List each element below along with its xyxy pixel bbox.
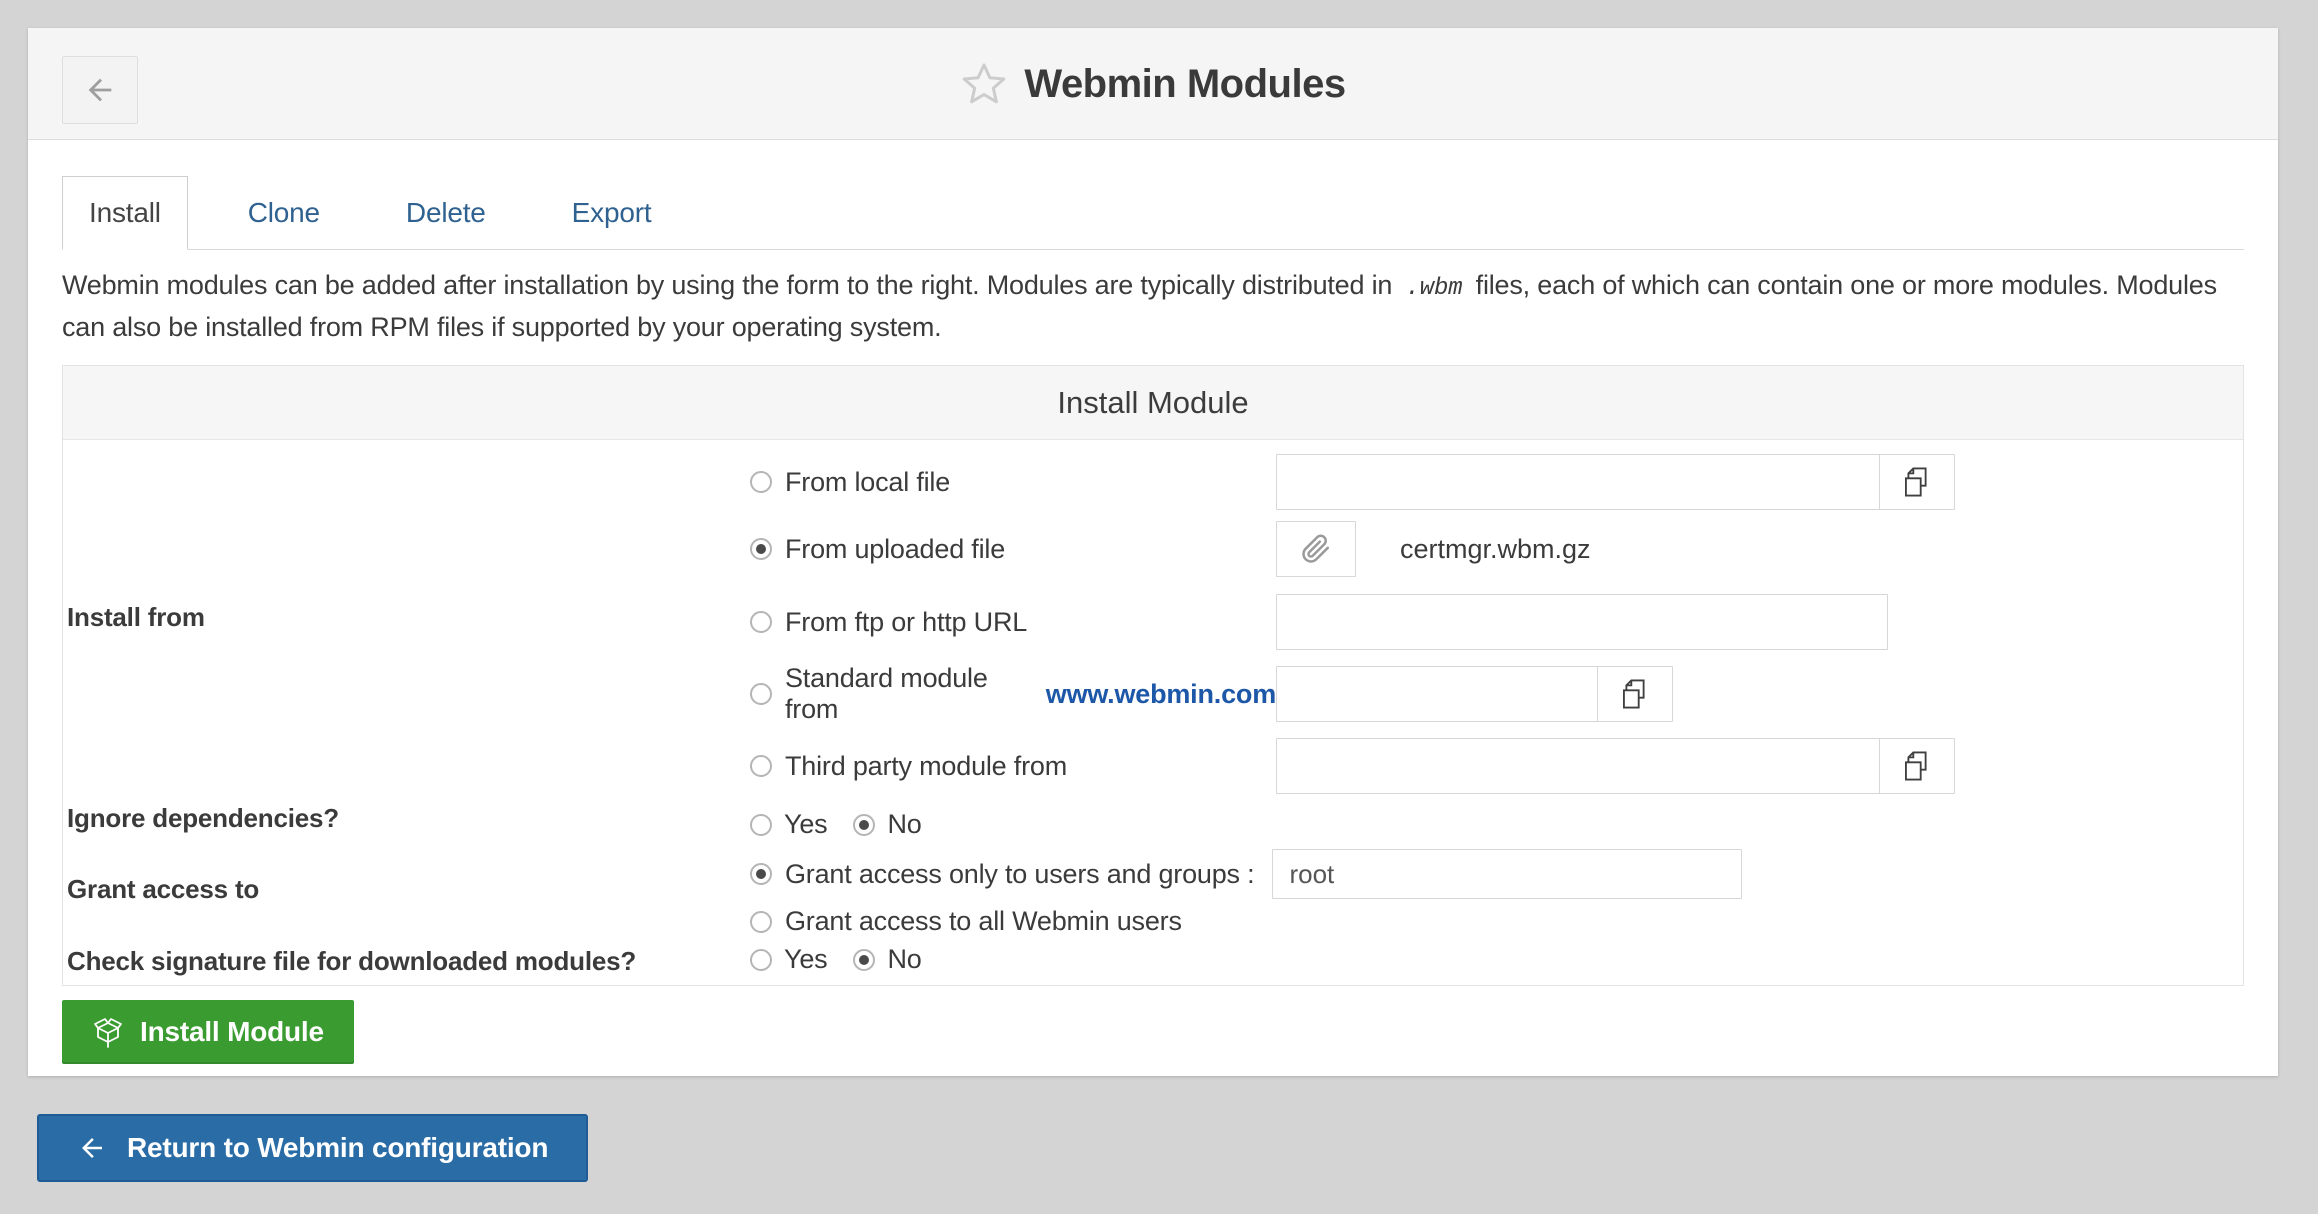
local-file-chooser-button[interactable] — [1879, 454, 1955, 510]
return-to-webmin-configuration-button[interactable]: Return to Webmin configuration — [37, 1114, 588, 1182]
uploaded-file-name: certmgr.wbm.gz — [1400, 534, 1591, 565]
radio-label-from-uploaded-file: From uploaded file — [785, 534, 1005, 565]
page-title: Webmin Modules — [1024, 62, 1345, 107]
radio-label-grant-users-groups: Grant access only to users and groups : — [785, 859, 1254, 890]
file-chooser-icon — [1901, 466, 1933, 498]
local-file-input[interactable] — [1276, 454, 1880, 510]
label-ignore-dependencies: Ignore dependencies? — [63, 795, 741, 841]
radio-label-from-url: From ftp or http URL — [785, 607, 1027, 638]
webmin-com-link[interactable]: www.webmin.com — [1046, 679, 1276, 710]
radio-label-third-party: Third party module from — [785, 751, 1067, 782]
third-party-chooser-button[interactable] — [1879, 738, 1955, 794]
radio-label-standard-module: Standard module from — [785, 663, 1034, 725]
left-arrow-icon — [77, 1133, 107, 1163]
radio-ignore-deps-no[interactable] — [853, 814, 875, 836]
radio-label-yes: Yes — [784, 944, 827, 975]
file-chooser-icon — [1619, 678, 1651, 710]
radio-check-signature-yes[interactable] — [750, 949, 772, 971]
radio-standard-module[interactable] — [750, 683, 772, 705]
radio-label-grant-all-users: Grant access to all Webmin users — [785, 906, 1182, 937]
tab-export[interactable]: Export — [546, 176, 678, 249]
radio-from-uploaded-file[interactable] — [750, 538, 772, 560]
radio-from-local-file[interactable] — [750, 471, 772, 493]
standard-module-input[interactable] — [1276, 666, 1598, 722]
page-header: Webmin Modules — [28, 28, 2278, 140]
radio-third-party[interactable] — [750, 755, 772, 777]
radio-label-no: No — [887, 809, 921, 840]
upload-file-button[interactable] — [1276, 521, 1356, 577]
radio-label-yes: Yes — [784, 809, 827, 840]
tab-clone[interactable]: Clone — [222, 176, 346, 249]
star-icon[interactable] — [960, 60, 1008, 108]
install-module-button[interactable]: Install Module — [62, 1000, 354, 1064]
install-module-panel: Install Module Install from From local f… — [62, 365, 2244, 986]
intro-text: Webmin modules can be added after instal… — [62, 266, 2244, 347]
webmin-modules-card: Webmin Modules Install Clone Delete Expo… — [28, 28, 2278, 1076]
wbm-extension-code: .wbm — [1400, 275, 1469, 302]
tab-bar: Install Clone Delete Export — [62, 176, 2244, 250]
panel-title: Install Module — [63, 366, 2243, 440]
label-check-signature: Check signature file for downloaded modu… — [63, 938, 741, 985]
radio-grant-users-groups[interactable] — [750, 863, 772, 885]
radio-grant-all-users[interactable] — [750, 911, 772, 933]
package-box-icon — [92, 1016, 124, 1048]
tab-install[interactable]: Install — [62, 176, 188, 250]
radio-from-url[interactable] — [750, 611, 772, 633]
tab-delete[interactable]: Delete — [380, 176, 512, 249]
grant-users-input[interactable] — [1272, 849, 1742, 899]
url-input[interactable] — [1276, 594, 1888, 650]
label-grant-access: Grant access to — [63, 841, 741, 938]
third-party-input[interactable] — [1276, 738, 1880, 794]
standard-module-chooser-button[interactable] — [1597, 666, 1673, 722]
paperclip-icon — [1301, 534, 1331, 564]
radio-ignore-deps-yes[interactable] — [750, 814, 772, 836]
radio-check-signature-no[interactable] — [853, 949, 875, 971]
file-chooser-icon — [1901, 750, 1933, 782]
label-install-from: Install from — [63, 440, 741, 795]
radio-label-no: No — [887, 944, 921, 975]
radio-label-from-local-file: From local file — [785, 467, 950, 498]
